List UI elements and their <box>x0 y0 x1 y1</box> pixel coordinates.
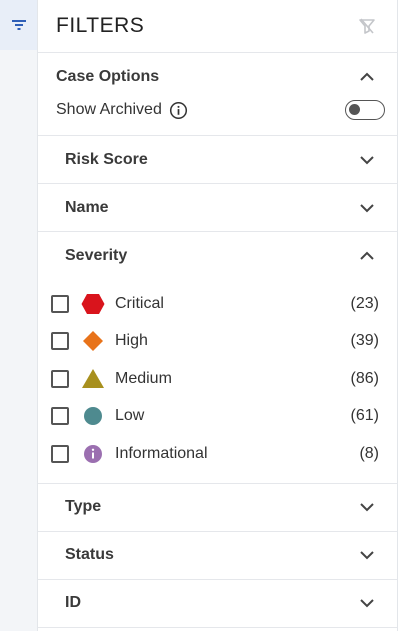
filters-panel: FILTERS Case Options Show Archived Risk … <box>38 0 398 631</box>
diamond-icon <box>81 329 105 353</box>
severity-section: Severity Critical (23) High (39) Medium … <box>38 232 397 484</box>
id-section: ID <box>38 580 397 628</box>
risk-score-label: Risk Score <box>65 150 148 168</box>
side-rail <box>0 0 38 631</box>
severity-item-label: Low <box>115 407 145 425</box>
checkbox[interactable] <box>51 369 69 388</box>
severity-item-count: (23) <box>350 294 379 312</box>
circle-icon <box>81 404 105 428</box>
status-label: Status <box>65 546 114 563</box>
checkbox[interactable] <box>51 294 69 313</box>
chevron-up-icon <box>360 72 374 81</box>
severity-item-count: (61) <box>350 407 379 425</box>
name-header[interactable]: Name <box>38 184 397 231</box>
type-header[interactable]: Type <box>38 484 397 531</box>
severity-item-count: (39) <box>350 332 379 350</box>
severity-item-label: Medium <box>115 369 172 387</box>
severity-item-label: Critical <box>115 294 164 312</box>
toggle-knob <box>349 104 360 115</box>
show-archived-toggle[interactable] <box>345 100 385 120</box>
status-header[interactable]: Status <box>38 532 397 579</box>
id-header[interactable]: ID <box>38 580 397 627</box>
id-label: ID <box>65 594 81 611</box>
severity-item-count: (8) <box>359 444 379 462</box>
case-options-label: Case Options <box>56 68 160 85</box>
filter-rail-button[interactable] <box>0 0 37 50</box>
risk-score-section: Risk Score <box>38 136 397 184</box>
checkbox[interactable] <box>51 444 69 463</box>
chevron-down-icon <box>360 203 374 212</box>
severity-item-informational[interactable]: Informational (8) <box>38 435 397 473</box>
triangle-icon <box>81 367 105 391</box>
chevron-down-icon <box>360 155 374 164</box>
panel-title: FILTERS <box>56 14 145 37</box>
name-label: Name <box>65 198 109 216</box>
clear-filters-button[interactable] <box>355 14 379 38</box>
show-archived-group: Show Archived <box>56 101 188 120</box>
filters-header: FILTERS <box>38 0 397 53</box>
show-archived-row: Show Archived <box>38 93 397 127</box>
severity-item-medium[interactable]: Medium (86) <box>38 360 397 398</box>
severity-item-label: High <box>115 332 148 350</box>
risk-score-header[interactable]: Risk Score <box>38 136 397 183</box>
severity-item-low[interactable]: Low (61) <box>38 398 397 436</box>
severity-item-high[interactable]: High (39) <box>38 323 397 361</box>
filter-lines-icon <box>11 20 26 30</box>
info-icon[interactable] <box>169 101 188 120</box>
severity-list: Critical (23) High (39) Medium (86) Low … <box>38 279 397 483</box>
hexagon-icon <box>81 292 105 316</box>
checkbox[interactable] <box>51 332 69 351</box>
type-label: Type <box>65 498 102 515</box>
name-section: Name <box>38 184 397 232</box>
chevron-up-icon <box>360 251 374 260</box>
type-section: Type <box>38 484 397 532</box>
chevron-down-icon <box>360 551 374 560</box>
filter-off-icon <box>359 18 375 34</box>
severity-item-critical[interactable]: Critical (23) <box>38 285 397 323</box>
show-archived-label: Show Archived <box>56 101 162 118</box>
info-circle-icon <box>81 442 105 466</box>
severity-item-label: Informational <box>115 444 208 462</box>
case-options-section: Case Options Show Archived <box>38 53 397 136</box>
chevron-down-icon <box>360 503 374 512</box>
severity-header[interactable]: Severity <box>38 232 397 279</box>
checkbox[interactable] <box>51 407 69 426</box>
severity-label: Severity <box>65 246 128 264</box>
status-section: Status <box>38 532 397 580</box>
chevron-down-icon <box>360 599 374 608</box>
severity-item-count: (86) <box>350 369 379 387</box>
